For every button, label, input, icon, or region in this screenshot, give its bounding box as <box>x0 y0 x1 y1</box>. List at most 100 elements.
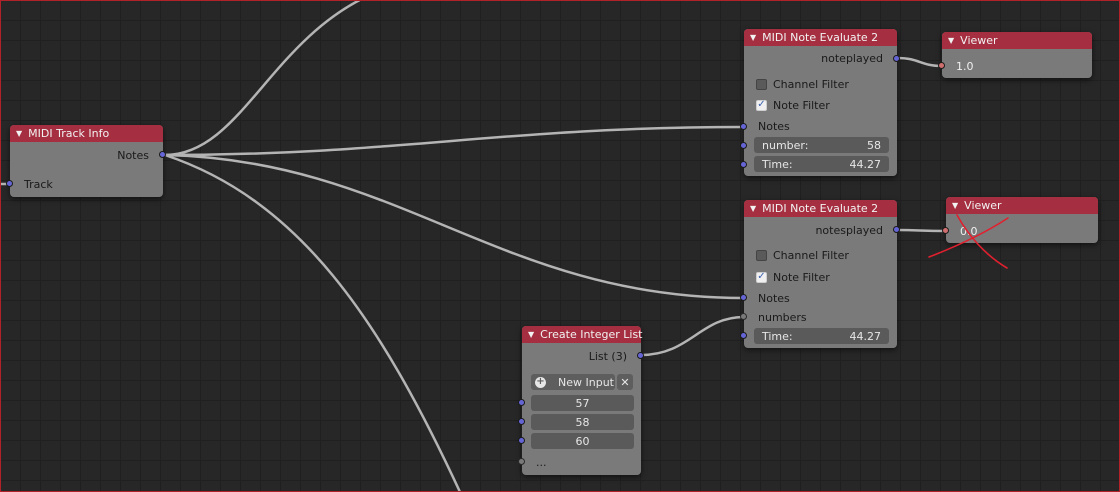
socket-notesplayed-output[interactable] <box>893 226 900 233</box>
node-header[interactable]: ▼ Viewer <box>946 197 1098 214</box>
node-header[interactable]: ▼ MIDI Note Evaluate 2 <box>744 200 897 217</box>
input-label: Notes <box>758 291 790 305</box>
link-list-to-numbers <box>639 315 746 357</box>
node-viewer-1[interactable]: ▼ Viewer 1.0 <box>942 32 1092 78</box>
output-list: List (3) <box>522 347 641 365</box>
collapse-triangle-icon[interactable]: ▼ <box>528 330 534 339</box>
node-header[interactable]: ▼ Create Integer List <box>522 326 643 343</box>
output-label: Notes <box>117 148 149 162</box>
socket-list-output[interactable] <box>637 352 644 359</box>
field-value: 57 <box>575 396 590 410</box>
node-title: Create Integer List <box>540 328 643 341</box>
link-notes-offscreen-top <box>163 0 363 157</box>
channel-filter-toggle[interactable]: Channel Filter <box>744 246 897 264</box>
link-noteplayed-to-viewer1 <box>895 56 944 68</box>
checkbox-label: Channel Filter <box>773 248 849 262</box>
more-inputs-label: ... <box>536 455 547 469</box>
plus-circle-icon: + <box>535 376 546 388</box>
field-value: 58 <box>867 138 881 152</box>
output-notesplayed: notesplayed <box>744 221 897 239</box>
output-label: notesplayed <box>815 223 883 237</box>
socket-value-input[interactable] <box>518 418 525 425</box>
collapse-triangle-icon[interactable]: ▼ <box>16 129 22 138</box>
output-noteplayed: noteplayed <box>744 49 897 67</box>
collapse-triangle-icon[interactable]: ▼ <box>750 204 756 213</box>
viewer-value-text: 1.0 <box>956 59 974 73</box>
socket-track-input[interactable] <box>6 180 13 187</box>
output-notes: Notes <box>10 146 163 164</box>
time-field[interactable]: Time: 44.27 <box>754 328 889 344</box>
node-viewer-2[interactable]: ▼ Viewer 0.0 <box>946 197 1098 243</box>
node-title: MIDI Track Info <box>28 127 110 140</box>
time-field[interactable]: Time: 44.27 <box>754 156 889 172</box>
collapse-triangle-icon[interactable]: ▼ <box>948 36 954 45</box>
field-value: 44.27 <box>849 157 882 171</box>
integer-value-field[interactable]: 57 <box>531 395 634 411</box>
button-label: New Input <box>558 375 614 389</box>
socket-value-input[interactable] <box>518 437 525 444</box>
socket-numbers-input[interactable] <box>740 313 747 320</box>
node-create-integer-list[interactable]: ▼ Create Integer List List (3) + New Inp… <box>522 326 643 475</box>
output-label: List (3) <box>588 349 627 363</box>
node-midi-track-info[interactable]: ▼ MIDI Track Info Notes Track <box>10 125 163 197</box>
node-header[interactable]: ▼ Viewer <box>942 32 1092 49</box>
more-inputs-row: ... <box>522 453 641 471</box>
input-notes: Notes <box>744 289 897 307</box>
input-track: Track <box>10 175 163 193</box>
checkbox-label: Note Filter <box>773 98 830 112</box>
viewer-value: 0.0 <box>946 222 1098 240</box>
new-input-button[interactable]: + New Input <box>531 374 615 390</box>
node-midi-note-evaluate-1[interactable]: ▼ MIDI Note Evaluate 2 noteplayed Channe… <box>744 29 897 176</box>
field-value: 58 <box>575 415 590 429</box>
integer-value-field[interactable]: 58 <box>531 414 634 430</box>
note-filter-toggle[interactable]: ✓ Note Filter <box>744 96 897 114</box>
note-filter-toggle[interactable]: ✓ Note Filter <box>744 268 897 286</box>
channel-filter-toggle[interactable]: Channel Filter <box>744 75 897 93</box>
checkbox-label: Note Filter <box>773 270 830 284</box>
output-label: noteplayed <box>821 51 883 65</box>
socket-time-input[interactable] <box>740 161 747 168</box>
node-title: Viewer <box>964 199 1002 212</box>
x-mark-icon: ✕ <box>620 375 630 389</box>
socket-notes-input[interactable] <box>740 294 747 301</box>
field-label: Time: <box>762 157 793 171</box>
socket-value-input[interactable] <box>518 399 525 406</box>
socket-time-input[interactable] <box>740 332 747 339</box>
link-notes-to-eval1 <box>163 125 746 157</box>
input-label: Track <box>24 177 53 191</box>
checkbox-icon[interactable] <box>756 249 767 261</box>
checkmark-icon[interactable]: ✓ <box>756 99 767 111</box>
checkbox-label: Channel Filter <box>773 77 849 91</box>
socket-viewer-2-input[interactable] <box>942 227 949 234</box>
node-header[interactable]: ▼ MIDI Note Evaluate 2 <box>744 29 897 46</box>
socket-notes-input[interactable] <box>740 123 747 130</box>
socket-number-input[interactable] <box>740 142 747 149</box>
link-notesplayed-to-viewer2 <box>895 228 948 233</box>
field-value: 60 <box>575 434 590 448</box>
node-midi-note-evaluate-2[interactable]: ▼ MIDI Note Evaluate 2 notesplayed Chann… <box>744 200 897 348</box>
number-field[interactable]: number: 58 <box>754 137 889 153</box>
socket-virtual-input[interactable] <box>518 458 525 465</box>
field-label: Time: <box>762 329 793 343</box>
socket-viewer-1-input[interactable] <box>938 62 945 69</box>
node-editor-canvas[interactable]: ▼ MIDI Track Info Notes Track ▼ MIDI Not… <box>0 0 1120 492</box>
node-title: MIDI Note Evaluate 2 <box>762 31 879 44</box>
integer-value-field[interactable]: 60 <box>531 433 634 449</box>
socket-notes-output[interactable] <box>159 151 166 158</box>
viewer-value-text: 0.0 <box>960 224 978 238</box>
remove-input-button[interactable]: ✕ <box>617 374 633 390</box>
node-header[interactable]: ▼ MIDI Track Info <box>10 125 163 142</box>
field-value: 44.27 <box>849 329 882 343</box>
socket-noteplayed-output[interactable] <box>893 55 900 62</box>
link-notes-offscreen-bottom <box>163 153 462 492</box>
viewer-value: 1.0 <box>942 57 1092 75</box>
checkmark-icon[interactable]: ✓ <box>756 271 767 283</box>
link-notes-to-eval2 <box>163 153 746 300</box>
input-notes: Notes <box>744 117 897 135</box>
node-title: Viewer <box>960 34 998 47</box>
node-title: MIDI Note Evaluate 2 <box>762 202 879 215</box>
checkbox-icon[interactable] <box>756 78 767 90</box>
collapse-triangle-icon[interactable]: ▼ <box>750 33 756 42</box>
collapse-triangle-icon[interactable]: ▼ <box>952 201 958 210</box>
input-numbers: numbers <box>744 308 897 326</box>
